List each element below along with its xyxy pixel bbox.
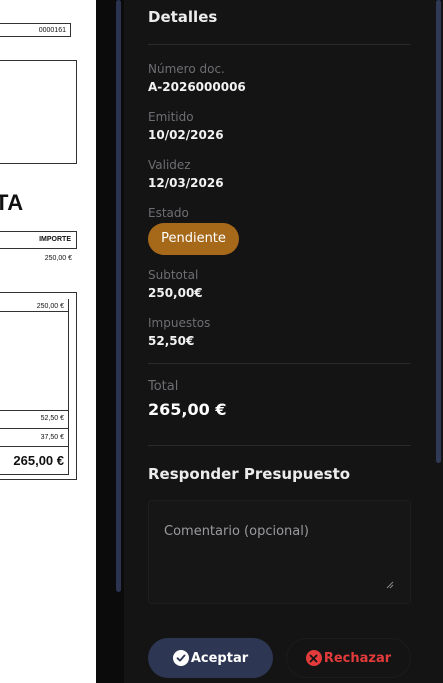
totals-table: 250,00 € 52,50 € 37,50 € 265,00 € xyxy=(0,292,77,480)
taxes-label: Impuestos xyxy=(148,316,211,330)
subtotal-value: 250,00€ xyxy=(148,286,203,300)
preview-scrollbar[interactable] xyxy=(116,0,121,592)
validity-label: Validez xyxy=(148,158,191,172)
table-total: 265,00 € xyxy=(13,453,64,468)
taxes-value: 52,50€ xyxy=(148,334,195,348)
document-preview: 0000161 TA IMPORTE 250,00 € 250,00 € 52,… xyxy=(0,0,96,683)
divider xyxy=(148,445,411,446)
divider xyxy=(148,44,411,45)
validity-value: 12/03/2026 xyxy=(148,176,224,190)
line-amount: 250,00 € xyxy=(44,255,72,262)
status-badge: Pendiente xyxy=(148,223,239,255)
document-heading: TA xyxy=(0,190,24,215)
gutter xyxy=(96,0,116,683)
total-value: 265,00 € xyxy=(148,400,227,419)
issued-label: Emitido xyxy=(148,110,194,124)
table-divider xyxy=(0,446,69,447)
doc-number-box: 0000161 xyxy=(0,23,71,37)
total-label: Total xyxy=(148,379,179,394)
accept-label: Aceptar xyxy=(190,650,249,666)
doc-number-label: Número doc. xyxy=(148,62,225,76)
x-circle-icon xyxy=(305,650,322,666)
divider xyxy=(148,363,411,364)
status-label: Estado xyxy=(148,206,189,220)
totals-table-inner xyxy=(0,299,69,475)
panel-scrollbar[interactable] xyxy=(436,0,441,463)
table-header: IMPORTE xyxy=(0,231,77,249)
address-box xyxy=(0,60,77,164)
comment-placeholder: Comentario (opcional) xyxy=(164,524,309,539)
check-circle-icon xyxy=(172,650,189,666)
resize-grip-icon[interactable] xyxy=(386,581,394,589)
table-amount-2: 52,50 € xyxy=(40,415,64,422)
reject-label: Rechazar xyxy=(323,650,392,666)
table-divider xyxy=(0,311,69,312)
doc-number-value: A-2026000006 xyxy=(148,80,246,94)
issued-value: 10/02/2026 xyxy=(148,128,224,142)
details-title: Detalles xyxy=(148,8,218,26)
subtotal-label: Subtotal xyxy=(148,268,199,282)
reject-button[interactable]: Rechazar xyxy=(286,638,411,678)
table-divider xyxy=(0,428,69,429)
accept-button[interactable]: Aceptar xyxy=(148,638,273,678)
comment-textarea[interactable]: Comentario (opcional) xyxy=(148,500,411,604)
table-amount-1: 250,00 € xyxy=(36,303,64,310)
response-title: Responder Presupuesto xyxy=(148,465,351,483)
table-amount-3: 37,50 € xyxy=(40,434,64,441)
table-divider xyxy=(0,410,69,411)
